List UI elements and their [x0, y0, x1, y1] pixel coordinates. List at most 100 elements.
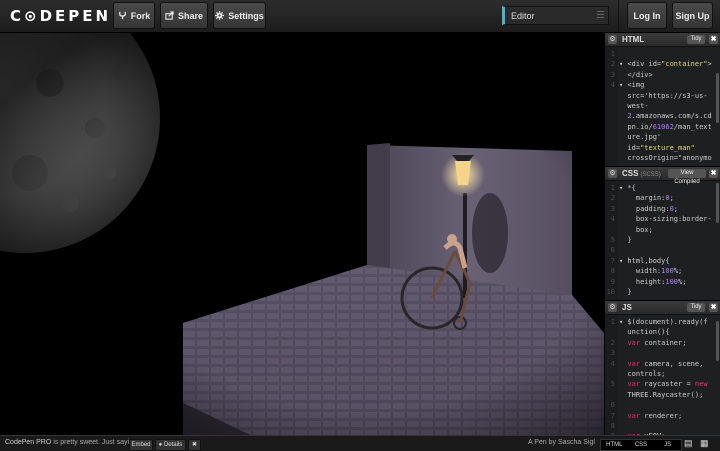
grip-icon — [597, 11, 604, 20]
view-compiled-button[interactable]: View Compiled — [668, 169, 706, 185]
code-text: box-sizing:border- — [619, 215, 712, 224]
close-footer-button[interactable]: ✖ — [188, 439, 201, 451]
line-number: 1 — [610, 184, 615, 192]
line-number: 5 — [610, 380, 615, 389]
js-editor-panel: ⚙ JS Tidy ✖ 1 ▾ $(document).ready(f uncti… — [605, 301, 720, 435]
login-label: Log In — [633, 10, 661, 21]
code-line: 8 width:100%; — [611, 266, 718, 276]
fullscreen-icon[interactable]: ▦ — [700, 438, 709, 449]
tidy-button[interactable]: Tidy — [687, 35, 705, 44]
code-line: pn.io/61062/man_text — [619, 122, 718, 132]
codepen-logo[interactable]: C⊙DEPEN — [10, 7, 111, 25]
fork-button[interactable]: Fork — [113, 2, 155, 29]
line-number: 3 — [610, 204, 615, 213]
gear-icon[interactable]: ⚙ — [608, 303, 617, 312]
settings-button[interactable]: Settings — [213, 2, 266, 29]
promo-text: CodePen PRO is pretty sweet. Just saying… — [5, 439, 139, 446]
tidy-button[interactable]: Tidy — [687, 303, 705, 312]
code-line: 1 ▾ $(document).ready(f — [611, 317, 718, 327]
code-text: } — [619, 235, 632, 244]
settings-label: Settings — [228, 10, 264, 21]
code-text: 2.amazonaws.com/s.cd — [627, 112, 712, 121]
promo-link[interactable]: CodePen PRO — [5, 439, 51, 446]
code-line: src='https://s3-us- — [619, 91, 718, 101]
gear-icon[interactable]: ⚙ — [608, 169, 617, 178]
code-line: 5 var raycaster = new — [611, 379, 718, 389]
code-text: unction(){ — [619, 328, 670, 337]
tab-html[interactable]: HTML — [601, 440, 628, 450]
code-line: 2.amazonaws.com/s.cd — [619, 111, 718, 121]
html-panel-header: ⚙ HTML Tidy ✖ — [605, 33, 720, 47]
line-number: 7 — [610, 411, 615, 420]
js-panel-header: ⚙ JS Tidy ✖ — [605, 301, 720, 315]
gear-icon — [215, 11, 225, 20]
code-text: ▾ <div id="container"> — [619, 60, 712, 69]
code-text: margin:0; — [619, 194, 674, 203]
login-button[interactable]: Log In — [627, 2, 667, 29]
scrollbar[interactable] — [716, 73, 719, 123]
editor-view-selector[interactable]: Editor — [502, 6, 609, 25]
code-text: THREE.Raycaster(); — [619, 390, 704, 399]
code-line: 6 — [611, 400, 718, 410]
line-number: 8 — [610, 421, 615, 430]
code-text: var container; — [627, 338, 687, 347]
code-text: controls; — [619, 369, 666, 378]
code-text: ▾ *{ — [619, 184, 636, 192]
code-text: height:100%; — [619, 277, 687, 286]
code-text: width:100%; — [619, 267, 683, 276]
css-title: CSS — [622, 169, 639, 178]
line-number: 4 — [610, 81, 615, 90]
code-line: 2 margin:0; — [611, 193, 718, 203]
css-code[interactable]: 1 ▾ *{2 margin:0; 3 padding:0; 4 box-sizing… — [607, 183, 718, 297]
share-label: Share — [177, 10, 203, 21]
close-icon[interactable]: ✖ — [709, 35, 718, 44]
close-icon[interactable]: ✖ — [709, 303, 718, 312]
code-line: 10 } — [607, 287, 718, 297]
code-line: 2 var container; — [611, 338, 718, 348]
code-text: </div> — [619, 70, 653, 79]
preview-canvas[interactable] — [0, 33, 604, 435]
css-subtitle: (SCSS) — [640, 172, 661, 178]
html-code[interactable]: 1 2 ▾ <div id="container"> 3 </div> 4 ▾ <img … — [611, 49, 718, 163]
details-button[interactable]: ● Details — [155, 439, 186, 451]
css-editor-panel: ⚙ CSS (SCSS) View Compiled ✖ 1 ▾ *{2 margi… — [605, 167, 720, 300]
line-number: 2 — [610, 338, 615, 347]
scrollbar[interactable] — [716, 183, 719, 223]
details-label: Details — [163, 442, 183, 448]
code-line: 5 } — [611, 235, 718, 245]
share-button[interactable]: Share — [160, 2, 208, 29]
close-icon[interactable]: ✖ — [709, 169, 718, 178]
share-icon — [165, 11, 174, 20]
code-line: 3 </div> — [611, 70, 718, 80]
code-text: ▾ <img — [619, 81, 645, 90]
code-text: ▾ html,body{ — [619, 256, 670, 265]
panel-title: CSS (SCSS) — [622, 169, 661, 178]
divider — [618, 0, 619, 32]
pen-credit[interactable]: A Pen by Sascha Sigl — [528, 439, 595, 446]
gear-icon[interactable]: ⚙ — [608, 35, 617, 44]
tab-js[interactable]: JS — [654, 440, 681, 450]
js-code[interactable]: 1 ▾ $(document).ready(f unction(){2 var c… — [611, 317, 718, 435]
embed-button[interactable]: Embed — [129, 439, 153, 451]
signup-button[interactable]: Sign Up — [672, 2, 713, 29]
scrollbar[interactable] — [716, 321, 719, 361]
css-panel-header: ⚙ CSS (SCSS) View Compiled ✖ — [605, 167, 720, 185]
tab-css[interactable]: CSS — [628, 440, 655, 450]
line-number: 1 — [610, 318, 615, 326]
code-text: west- — [619, 101, 649, 110]
code-line: box; — [619, 225, 718, 235]
code-text: var renderer; — [627, 411, 683, 420]
code-text: } — [619, 287, 632, 296]
code-line: 1 — [611, 49, 718, 59]
code-line: 7 var renderer; — [611, 411, 718, 421]
code-line: 1 ▾ *{ — [611, 183, 718, 193]
code-text: box; — [619, 225, 653, 234]
signup-label: Sign Up — [675, 10, 710, 21]
code-line: 8 — [611, 421, 718, 431]
code-line: 4 var camera, scene, — [611, 359, 718, 369]
code-line: THREE.Raycaster(); — [619, 390, 718, 400]
code-text: ure.jpg' — [619, 133, 662, 142]
code-line: controls; — [619, 369, 718, 379]
line-number: 8 — [610, 267, 615, 276]
layout-icon[interactable]: ▤ — [684, 438, 693, 449]
